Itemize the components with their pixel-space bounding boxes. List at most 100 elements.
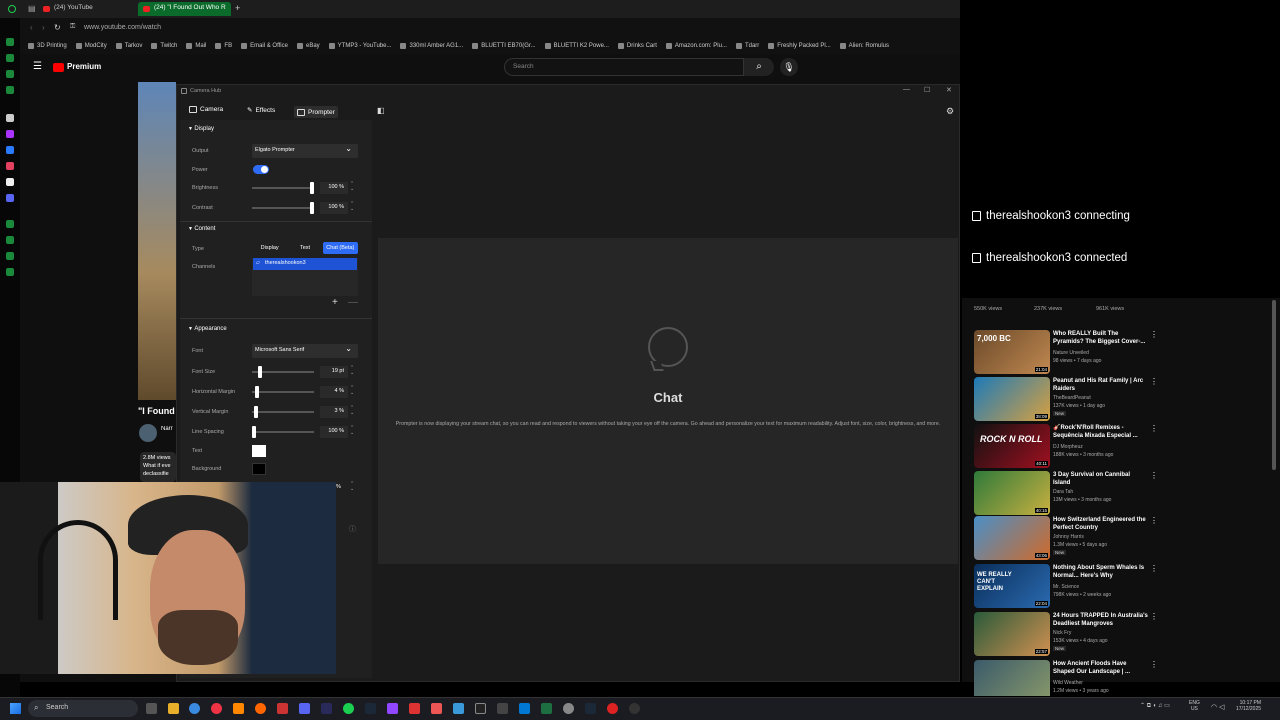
recommended-video[interactable]: WE REALLY CAN'T EXPLAIN 22:04 Nothing Abo… bbox=[974, 564, 1160, 608]
video-title[interactable]: 3 Day Survival on Cannibal Island bbox=[1053, 471, 1149, 487]
bookmark[interactable]: FB bbox=[215, 43, 232, 49]
horizontal-margin-value[interactable]: 4 % bbox=[320, 386, 348, 398]
file-explorer-icon[interactable] bbox=[168, 703, 179, 714]
excel-icon[interactable] bbox=[541, 703, 552, 714]
video-title[interactable]: How Ancient Floods Have Shaped Our Lands… bbox=[1053, 660, 1149, 676]
sidebar-app-icon[interactable] bbox=[6, 252, 14, 260]
more-icon[interactable]: ⋮ bbox=[1150, 516, 1158, 525]
new-tab-button[interactable]: + bbox=[235, 3, 240, 13]
x-icon[interactable] bbox=[6, 178, 14, 186]
section-content[interactable]: Content bbox=[188, 226, 215, 232]
microphone-icon[interactable]: 🎙 bbox=[780, 58, 798, 76]
sidebar-app-icon[interactable] bbox=[6, 268, 14, 276]
tab-camera[interactable]: Camera bbox=[186, 106, 226, 113]
vertical-margin-slider[interactable] bbox=[252, 406, 314, 418]
chrome-icon[interactable] bbox=[211, 703, 222, 714]
youtube-search-input[interactable]: Search bbox=[504, 58, 744, 76]
sidebar-app-icon[interactable] bbox=[6, 220, 14, 228]
language-indicator[interactable]: ENG US bbox=[1189, 700, 1200, 712]
obs-icon[interactable] bbox=[629, 703, 640, 714]
video-thumbnail[interactable]: 43:06 bbox=[974, 516, 1050, 560]
channel-name[interactable]: Johnny Harris bbox=[1053, 534, 1084, 540]
partial-value[interactable]: % bbox=[336, 484, 341, 490]
bookmark[interactable]: BLUETTI EB70(Gr... bbox=[472, 43, 536, 49]
sidebar-app-icon[interactable] bbox=[6, 70, 14, 78]
sidebar-app-icon[interactable] bbox=[6, 236, 14, 244]
bookmark[interactable]: Drinks Cart bbox=[617, 43, 657, 49]
video-player[interactable] bbox=[138, 82, 176, 400]
video-title[interactable]: How Switzerland Engineered the Perfect C… bbox=[1053, 516, 1149, 532]
channel-avatar[interactable] bbox=[139, 424, 157, 442]
opera-gx-icon[interactable] bbox=[343, 703, 354, 714]
bookmark[interactable]: Twitch bbox=[151, 43, 177, 49]
info-icon[interactable]: ⓘ bbox=[349, 524, 356, 534]
minimize-icon[interactable]: — bbox=[903, 86, 910, 93]
section-appearance[interactable]: Appearance bbox=[188, 326, 226, 332]
stepper-icon[interactable]: ⌃ ⌄ bbox=[350, 366, 354, 376]
bookmark[interactable]: Amazon.com: Plu... bbox=[665, 43, 727, 49]
video-title[interactable]: 24 Hours TRAPPED In Australia's Deadlies… bbox=[1053, 612, 1149, 628]
more-icon[interactable]: ⋮ bbox=[1150, 424, 1158, 433]
twitch-icon[interactable] bbox=[387, 703, 398, 714]
bookmark[interactable]: ModCity bbox=[75, 43, 107, 49]
type-option-text[interactable]: Text bbox=[287, 242, 322, 254]
video-thumbnail[interactable]: ROCK N ROLL 40:11 bbox=[974, 424, 1050, 468]
sidebar-app-icon[interactable] bbox=[6, 114, 14, 122]
font-size-slider[interactable] bbox=[252, 366, 314, 378]
more-icon[interactable]: ⋮ bbox=[1150, 564, 1158, 573]
tab-active-video[interactable]: (24) "I Found Out Who R bbox=[138, 2, 231, 16]
recommended-video[interactable]: 43:06 How Switzerland Engineered the Per… bbox=[974, 516, 1160, 560]
video-title[interactable]: Nothing About Sperm Whales Is Normal... … bbox=[1053, 564, 1149, 580]
youtube-logo[interactable]: Premium bbox=[53, 62, 104, 73]
discord-icon[interactable] bbox=[299, 703, 310, 714]
stepper-icon[interactable]: ⌃ ⌄ bbox=[350, 426, 354, 436]
type-option-chat[interactable]: Chat (Beta) bbox=[322, 242, 358, 254]
more-icon[interactable]: ⋮ bbox=[1150, 330, 1158, 339]
video-title[interactable]: Peanut and His Rat Family | Arc Raiders bbox=[1053, 377, 1149, 393]
app-icon[interactable] bbox=[519, 703, 530, 714]
forward-icon[interactable]: › bbox=[42, 23, 45, 32]
channel-name[interactable]: Nature Unveiled bbox=[1053, 350, 1089, 356]
contrast-value[interactable]: 100 % bbox=[320, 202, 348, 214]
video-title[interactable]: Who REALLY Built The Pyramids? The Bigge… bbox=[1053, 330, 1149, 346]
channel-name[interactable]: Wild Weather bbox=[1053, 680, 1083, 686]
wifi-volume-icon[interactable]: ◠ ◁ bbox=[1211, 703, 1224, 711]
bookmark[interactable]: Tdarr bbox=[735, 43, 759, 49]
url-field[interactable]: www.youtube.com/watch bbox=[84, 24, 161, 31]
output-select[interactable]: Elgato Prompter bbox=[252, 144, 358, 158]
vlc-icon[interactable] bbox=[233, 703, 244, 714]
sidebar-toggle-icon[interactable]: ◧ bbox=[377, 106, 385, 115]
horizontal-margin-slider[interactable] bbox=[252, 386, 314, 398]
channel-name[interactable]: Dara Tah bbox=[1053, 489, 1073, 495]
video-thumbnail[interactable]: 22:57 bbox=[974, 612, 1050, 656]
close-icon[interactable]: ✕ bbox=[946, 86, 952, 94]
slider-handle[interactable] bbox=[258, 366, 262, 378]
channel-name[interactable]: DJ Morpheuz bbox=[1053, 444, 1083, 450]
recommended-video[interactable]: ROCK N ROLL 40:11 🎸Rock'N'Roll Remixes - … bbox=[974, 424, 1160, 468]
stepper-icon[interactable]: ⌃ ⌄ bbox=[350, 406, 354, 416]
bookmark[interactable]: eBay bbox=[296, 43, 320, 49]
edge-icon[interactable] bbox=[189, 703, 200, 714]
stepper-icon[interactable]: ⌃ ⌄ bbox=[350, 386, 354, 396]
line-spacing-slider[interactable] bbox=[252, 426, 314, 438]
app-icon[interactable] bbox=[585, 703, 596, 714]
brightness-value[interactable]: 100 % bbox=[320, 182, 348, 194]
app-icon[interactable] bbox=[321, 703, 332, 714]
more-icon[interactable]: ⋮ bbox=[1150, 660, 1158, 669]
bookmark[interactable]: BLUETTI K2 Powe... bbox=[544, 43, 609, 49]
remove-channel-button[interactable]: — bbox=[348, 297, 358, 308]
stepper-icon[interactable]: ⌃ ⌄ bbox=[350, 182, 354, 192]
video-thumbnail[interactable] bbox=[974, 660, 1050, 696]
slider-handle[interactable] bbox=[310, 182, 314, 194]
bookmark[interactable]: Tarkov bbox=[115, 43, 142, 49]
slider-handle[interactable] bbox=[255, 386, 259, 398]
line-spacing-value[interactable]: 100 % bbox=[320, 426, 348, 438]
slider-handle[interactable] bbox=[310, 202, 314, 214]
font-size-value[interactable]: 19 pt bbox=[320, 366, 348, 378]
app-icon[interactable] bbox=[431, 703, 442, 714]
bookmark[interactable]: Mail bbox=[186, 43, 206, 49]
app-icon[interactable] bbox=[277, 703, 288, 714]
back-icon[interactable]: ‹ bbox=[30, 23, 33, 32]
bookmark[interactable]: 330ml Amber AG1... bbox=[400, 43, 463, 49]
video-description[interactable]: 2.8M views What if eve declassifie bbox=[140, 452, 176, 482]
